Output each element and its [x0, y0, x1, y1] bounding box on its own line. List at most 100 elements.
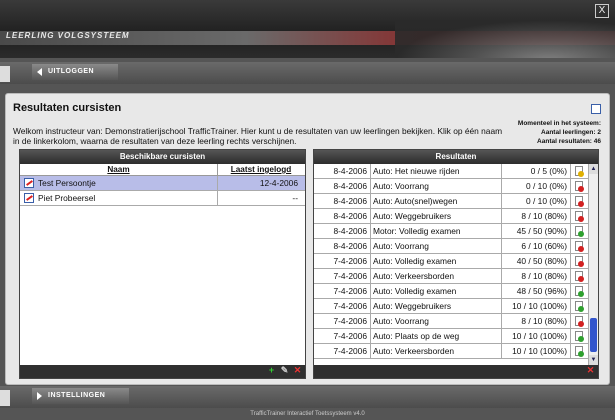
- top-banner: LEERLING VOLGSYSTEEM X: [0, 0, 615, 58]
- logout-button[interactable]: UITLOGGEN: [32, 64, 119, 80]
- result-status-icon[interactable]: [575, 346, 584, 357]
- result-row[interactable]: 7-4-2006 Auto: Volledig examen 40 / 50 (80…: [314, 254, 598, 269]
- results-list: 8-4-2006 Auto: Het nieuwe rijden 0 / 5 (0%…: [314, 164, 598, 365]
- result-date: 7-4-2006: [314, 299, 371, 313]
- result-score: 6 / 10 (60%): [502, 239, 571, 253]
- result-status-icon[interactable]: [575, 286, 584, 297]
- chart-icon[interactable]: [591, 104, 601, 114]
- result-row[interactable]: 7-4-2006 Auto: Plaats op de weg 10 / 10 (1…: [314, 329, 598, 344]
- result-score: 0 / 10 (0%): [502, 179, 571, 193]
- result-title: Auto: Voorrang: [371, 179, 502, 193]
- bottom-nav-bar: INSTELLINGEN: [0, 386, 615, 408]
- add-icon[interactable]: +: [267, 366, 276, 375]
- students-panel-footer: + ✎ ✕: [20, 365, 305, 378]
- students-list: Test Persoontje 12-4-2006 Piet Probeersel -…: [20, 176, 305, 206]
- delete-icon[interactable]: ✕: [293, 366, 302, 375]
- arrow-right-icon: [37, 392, 42, 400]
- student-row[interactable]: Piet Probeersel --: [20, 191, 305, 206]
- result-date: 8-4-2006: [314, 209, 371, 223]
- sort-by-last-login[interactable]: Laatst ingelogd: [218, 164, 304, 175]
- student-row[interactable]: Test Persoontje 12-4-2006: [20, 176, 305, 191]
- settings-button[interactable]: INSTELLINGEN: [32, 388, 130, 404]
- result-row[interactable]: 8-4-2006 Auto: Voorrang 6 / 10 (60%): [314, 239, 598, 254]
- top-nav-bar: UITLOGGEN: [0, 62, 615, 84]
- students-panel-title: Beschikbare cursisten: [20, 150, 305, 164]
- student-last-login: --: [292, 193, 298, 203]
- delete-icon[interactable]: ✕: [586, 366, 595, 375]
- app-title: LEERLING VOLGSYSTEEM: [6, 31, 130, 40]
- system-stats: Momenteel in het systeem: Aantal leerlin…: [518, 104, 601, 146]
- result-date: 7-4-2006: [314, 254, 371, 268]
- result-date: 7-4-2006: [314, 344, 371, 358]
- student-name: Piet Probeersel: [38, 193, 96, 203]
- result-row[interactable]: 7-4-2006 Auto: Voorrang 8 / 10 (80%): [314, 314, 598, 329]
- logout-label: UITLOGGEN: [48, 68, 95, 75]
- result-date: 7-4-2006: [314, 284, 371, 298]
- result-title: Auto: Plaats op de weg: [371, 329, 502, 343]
- results-icon: [24, 178, 34, 188]
- intro-text: Welkom instructeur van: Demonstratierijs…: [13, 126, 503, 146]
- result-status-icon[interactable]: [575, 256, 584, 267]
- result-score: 45 / 50 (90%): [502, 224, 571, 238]
- result-title: Auto: Auto(snel)wegen: [371, 194, 502, 208]
- results-icon: [24, 193, 34, 203]
- result-title: Auto: Het nieuwe rijden: [371, 164, 502, 178]
- sort-by-name[interactable]: Naam: [20, 164, 218, 175]
- result-row[interactable]: 7-4-2006 Auto: Weggebruikers 10 / 10 (100%…: [314, 299, 598, 314]
- result-row[interactable]: 8-4-2006 Motor: Volledig examen 45 / 50 (9…: [314, 224, 598, 239]
- result-row[interactable]: 7-4-2006 Auto: Volledig examen 48 / 50 (96…: [314, 284, 598, 299]
- result-row[interactable]: 8-4-2006 Auto: Auto(snel)wegen 0 / 10 (0%): [314, 194, 598, 209]
- result-score: 10 / 10 (100%): [502, 299, 571, 313]
- result-status-icon[interactable]: [575, 166, 584, 177]
- result-score: 0 / 5 (0%): [502, 164, 571, 178]
- results-count: 46: [593, 138, 601, 145]
- students-count: 2: [597, 129, 601, 136]
- main-panel: Resultaten cursisten Welkom instructeur …: [5, 93, 610, 385]
- result-date: 8-4-2006: [314, 179, 371, 193]
- result-status-icon[interactable]: [575, 226, 584, 237]
- result-date: 7-4-2006: [314, 314, 371, 328]
- result-status-icon[interactable]: [575, 211, 584, 222]
- result-date: 7-4-2006: [314, 329, 371, 343]
- result-status-icon[interactable]: [575, 181, 584, 192]
- result-row[interactable]: 8-4-2006 Auto: Het nieuwe rijden 0 / 5 (0%…: [314, 164, 598, 179]
- arrow-left-icon: [37, 68, 42, 76]
- result-date: 7-4-2006: [314, 269, 371, 283]
- footer-text: TrafficTrainer Interactief Toetssysteem …: [250, 411, 365, 417]
- results-panel-title: Resultaten: [314, 150, 598, 164]
- result-title: Auto: Weggebruikers: [371, 209, 502, 223]
- stats-heading: Momenteel in het systeem:: [517, 120, 601, 127]
- scrollbar-thumb[interactable]: [590, 318, 597, 352]
- result-score: 10 / 10 (100%): [502, 329, 571, 343]
- result-status-icon[interactable]: [575, 241, 584, 252]
- result-row[interactable]: 8-4-2006 Auto: Weggebruikers 8 / 10 (80%): [314, 209, 598, 224]
- result-score: 0 / 10 (0%): [502, 194, 571, 208]
- result-date: 8-4-2006: [314, 194, 371, 208]
- result-status-icon[interactable]: [575, 301, 584, 312]
- result-row[interactable]: 7-4-2006 Auto: Verkeersborden 10 / 10 (100…: [314, 344, 598, 359]
- result-title: Auto: Voorrang: [371, 314, 502, 328]
- result-date: 8-4-2006: [314, 164, 371, 178]
- scroll-up-icon[interactable]: ▲: [589, 164, 598, 174]
- result-row[interactable]: 7-4-2006 Auto: Verkeersborden 8 / 10 (80%): [314, 269, 598, 284]
- result-title: Auto: Verkeersborden: [371, 269, 502, 283]
- result-score: 40 / 50 (80%): [502, 254, 571, 268]
- result-title: Auto: Verkeersborden: [371, 344, 502, 358]
- result-score: 48 / 50 (96%): [502, 284, 571, 298]
- students-table-header: Naam Laatst ingelogd: [20, 164, 305, 176]
- results-scrollbar[interactable]: ▲ ▼: [588, 164, 598, 365]
- scroll-down-icon[interactable]: ▼: [589, 355, 598, 365]
- close-button[interactable]: X: [595, 4, 609, 18]
- result-status-icon[interactable]: [575, 271, 584, 282]
- result-title: Auto: Volledig examen: [371, 254, 502, 268]
- result-score: 8 / 10 (80%): [502, 269, 571, 283]
- students-panel: Beschikbare cursisten Naam Laatst ingelo…: [19, 149, 306, 379]
- result-status-icon[interactable]: [575, 331, 584, 342]
- result-row[interactable]: 8-4-2006 Auto: Voorrang 0 / 10 (0%): [314, 179, 598, 194]
- edit-icon[interactable]: ✎: [280, 366, 289, 375]
- result-score: 8 / 10 (80%): [502, 314, 571, 328]
- result-status-icon[interactable]: [575, 196, 584, 207]
- result-status-icon[interactable]: [575, 316, 584, 327]
- students-label: Aantal leerlingen:: [541, 129, 596, 136]
- result-title: Auto: Voorrang: [371, 239, 502, 253]
